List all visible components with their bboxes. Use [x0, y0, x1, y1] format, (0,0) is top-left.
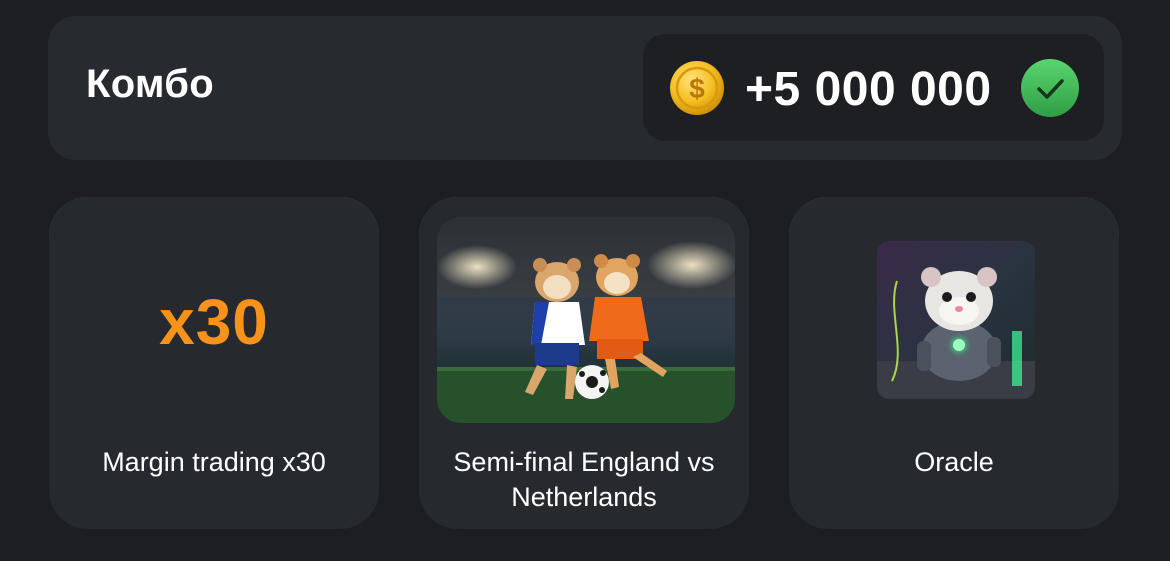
combo-reward: $ +5 000 000 — [643, 34, 1104, 141]
combo-card-margin-trading[interactable]: x30 Margin trading x30 — [46, 194, 382, 532]
green-check-icon — [1021, 59, 1079, 117]
card-label: Margin trading x30 — [102, 447, 326, 477]
hamsters-football-image — [437, 217, 735, 423]
combo-card-semi-final[interactable]: Semi-final England vs Netherlands — [416, 194, 752, 532]
combo-header: Комбо $ +5 000 000 — [48, 16, 1122, 160]
combo-title: Комбо — [86, 62, 215, 106]
svg-text:$: $ — [689, 73, 705, 104]
reward-amount: +5 000 000 — [745, 63, 992, 116]
combo-card-oracle[interactable]: Oracle — [786, 194, 1122, 532]
gold-dollar-coin-icon: $ — [670, 61, 724, 115]
card-label: Oracle — [914, 447, 994, 477]
combo-screen: Комбо $ +5 000 000 x30 Margin trading x3… — [0, 0, 1170, 561]
card-label: Semi-final England vs Netherlands — [453, 447, 715, 512]
robot-hamster-oracle-image — [877, 241, 1035, 399]
multiplier-badge: x30 — [159, 286, 269, 358]
